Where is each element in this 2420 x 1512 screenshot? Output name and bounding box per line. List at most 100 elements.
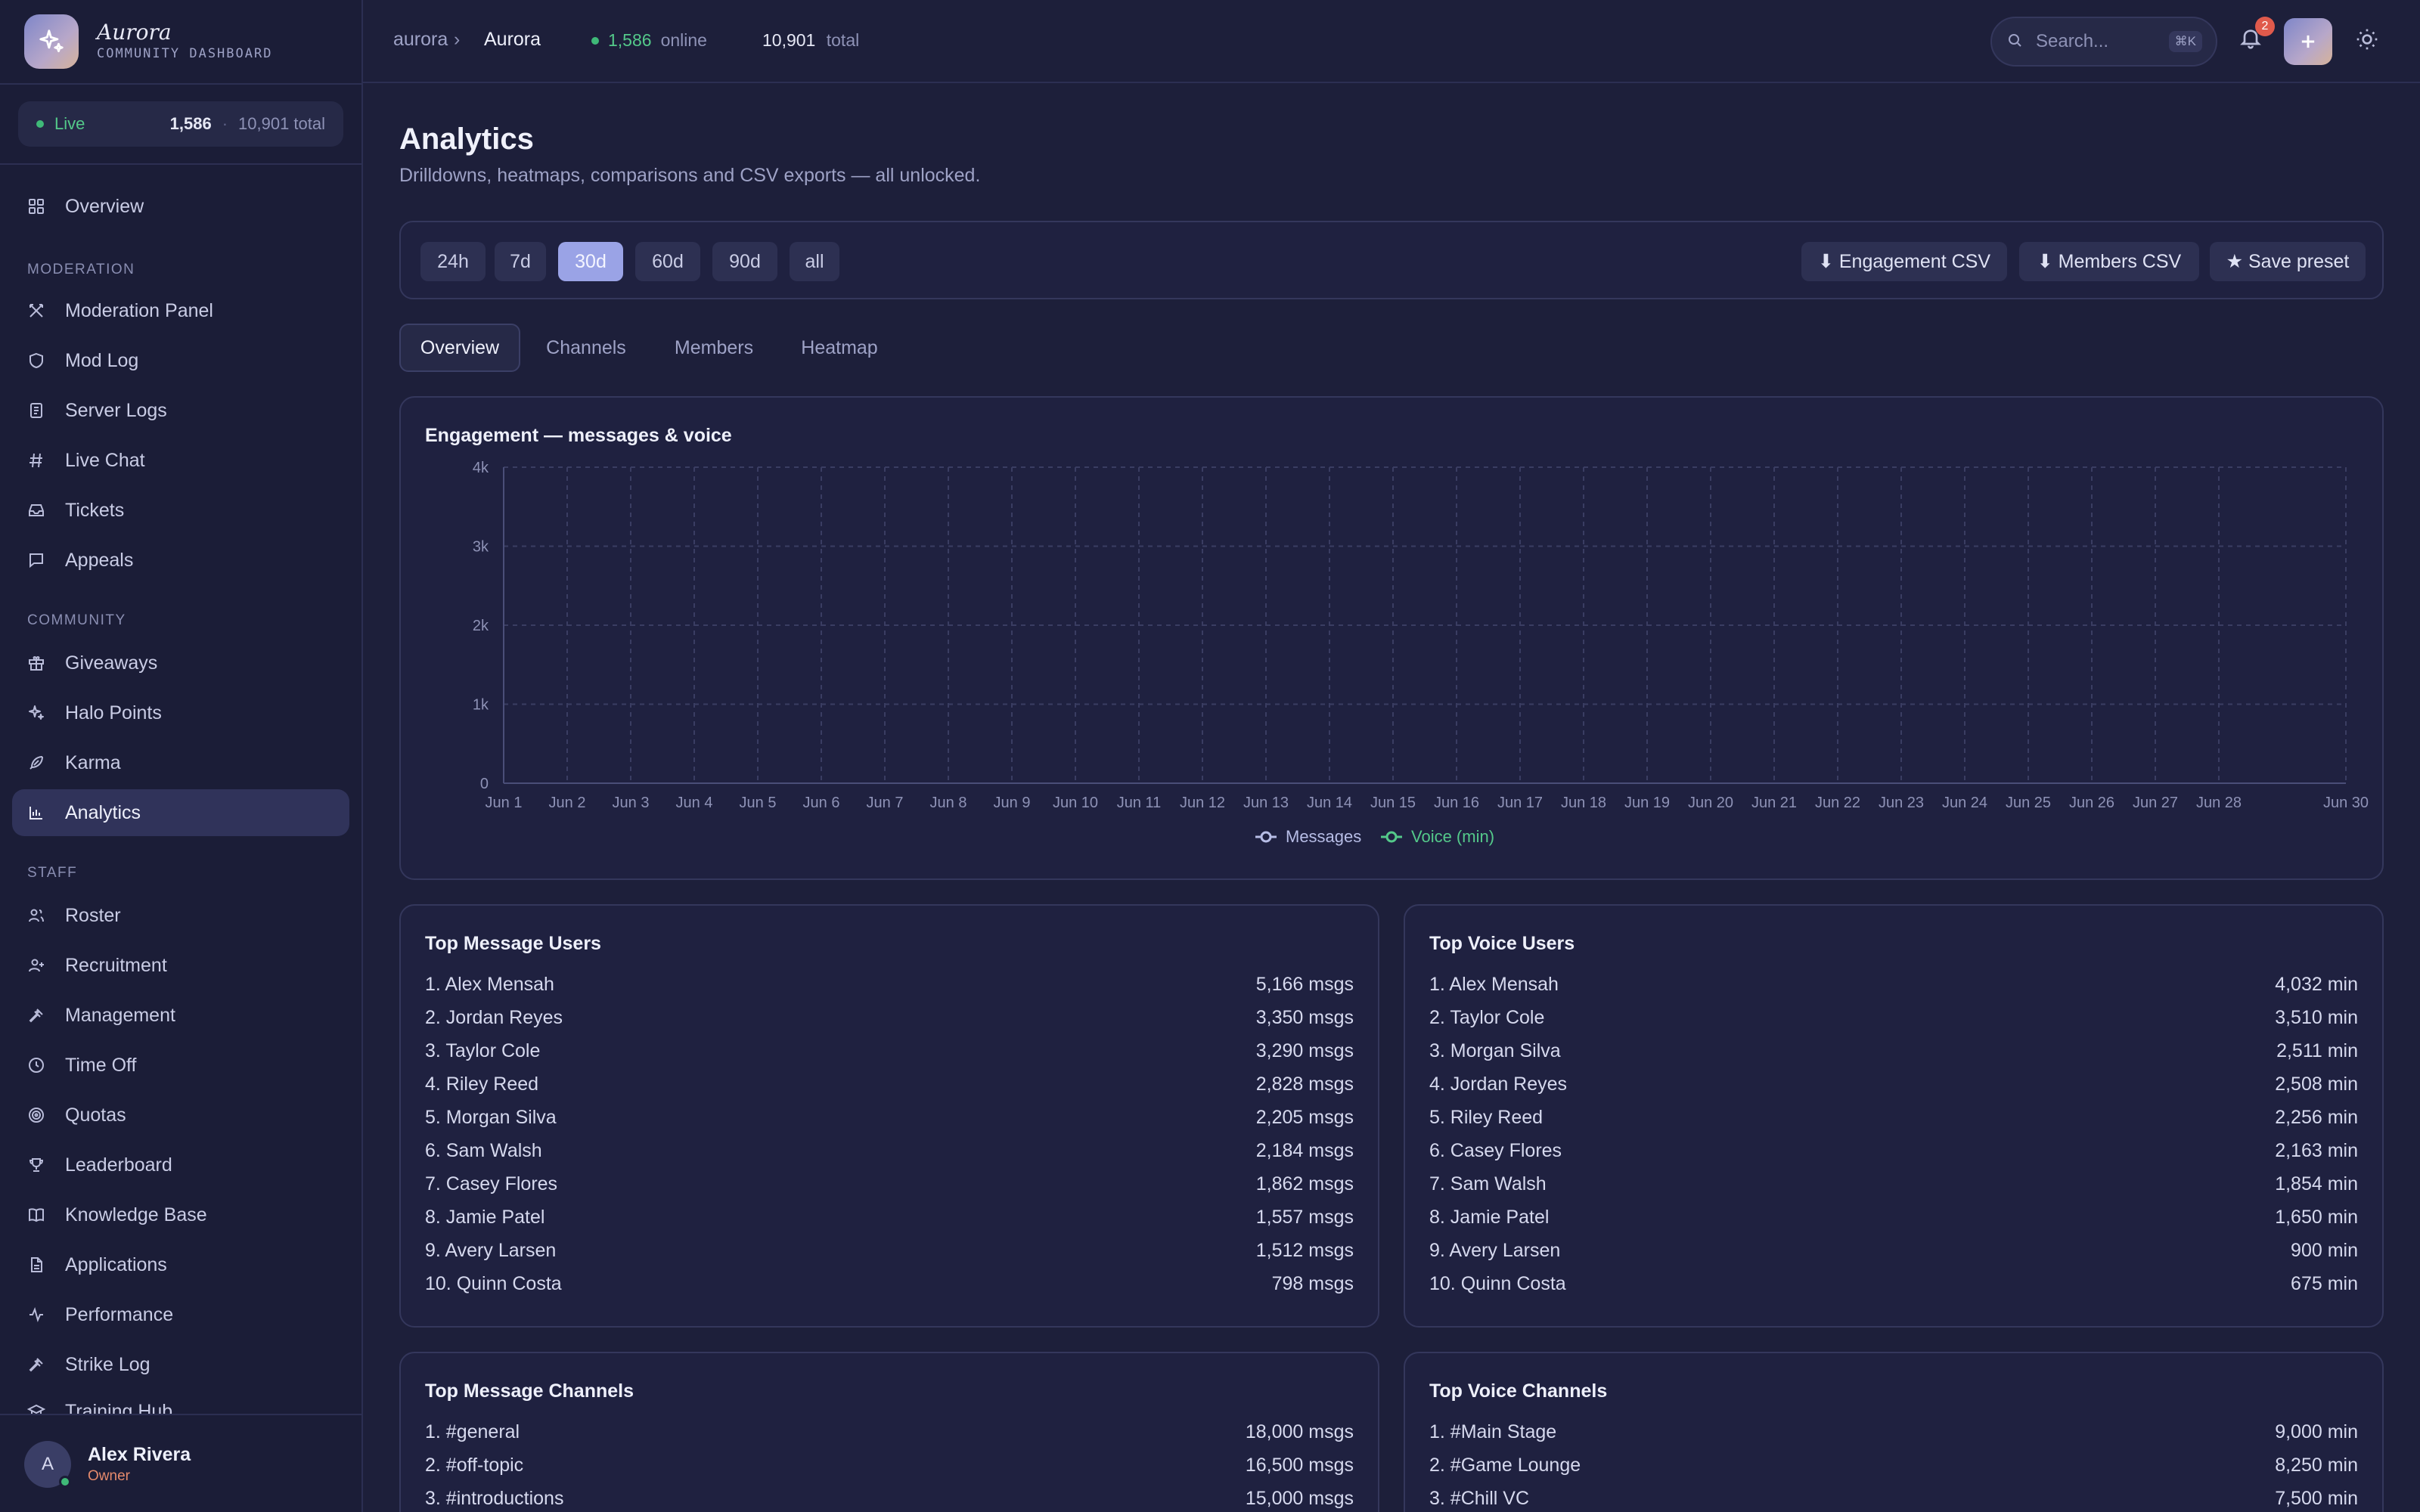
sidebar-item-recruitment[interactable]: Recruitment xyxy=(12,942,349,989)
x-tick-label: Jun 11 xyxy=(1117,795,1162,811)
sidebar-item-live-chat[interactable]: Live Chat xyxy=(12,437,349,484)
tab-members[interactable]: Members xyxy=(655,324,773,372)
sidebar-item-analytics[interactable]: Analytics xyxy=(12,789,349,836)
list-item-value: 675 min xyxy=(2291,1272,2358,1294)
members-csv-button[interactable]: ⬇ Members CSV xyxy=(2019,242,2199,281)
sparkles-icon xyxy=(27,704,45,722)
tab-heatmap[interactable]: Heatmap xyxy=(786,324,892,372)
x-tick-label: Jun 10 xyxy=(1053,795,1098,811)
grid-icon xyxy=(27,197,45,215)
sidebar-item-quotas[interactable]: Quotas xyxy=(12,1092,349,1139)
user-card[interactable]: A Alex Rivera Owner xyxy=(0,1414,361,1512)
sidebar-item-halo-points[interactable]: Halo Points xyxy=(12,689,349,736)
list-item: 4. Jordan Reyes 2,508 min xyxy=(1429,1069,2358,1099)
list-item-value: 2,205 msgs xyxy=(1255,1106,1354,1128)
range-60d-button[interactable]: 60d xyxy=(635,242,700,281)
brand-name: Aurora xyxy=(97,20,172,45)
sidebar-item-tickets[interactable]: Tickets xyxy=(12,487,349,534)
search-input[interactable]: Search... ⌘K xyxy=(1990,17,2217,67)
list-item-name: 9. Avery Larsen xyxy=(1429,1239,1561,1261)
y-tick-label: 1k xyxy=(473,697,489,714)
list-item-name: 8. Jamie Patel xyxy=(1429,1206,1550,1228)
sidebar-item-giveaways[interactable]: Giveaways xyxy=(12,640,349,686)
brand[interactable]: Aurora COMMUNITY DASHBOARD xyxy=(24,14,272,70)
scroll-icon xyxy=(27,401,45,420)
create-button[interactable] xyxy=(2284,18,2332,65)
sidebar-item-applications[interactable]: Applications xyxy=(12,1241,349,1288)
sidebar-item-label: Roster xyxy=(65,904,121,926)
list-item-name: 3. #Chill VC xyxy=(1429,1487,1529,1509)
engagement-csv-button[interactable]: ⬇ Engagement CSV xyxy=(1801,242,2007,281)
list-item-value: 16,500 msgs xyxy=(1245,1454,1354,1476)
x-tick-label: Jun 4 xyxy=(676,795,713,811)
top-voice-users-card: Top Voice Users 1. Alex Mensah 4,032 min … xyxy=(1404,904,2384,1328)
sidebar-item-label: Management xyxy=(65,1004,175,1026)
list-item-name: 1. Alex Mensah xyxy=(425,973,554,995)
online-status: 1,586 online xyxy=(591,30,707,51)
sidebar-item-label: Time Off xyxy=(65,1054,137,1076)
list-item-name: 7. Sam Walsh xyxy=(1429,1173,1547,1194)
range-90d-button[interactable]: 90d xyxy=(712,242,777,281)
sidebar-item-karma[interactable]: Karma xyxy=(12,739,349,786)
sidebar-item-knowledge-base[interactable]: Knowledge Base xyxy=(12,1191,349,1238)
brand-subtitle: COMMUNITY DASHBOARD xyxy=(97,46,273,61)
sidebar-item-server-logs[interactable]: Server Logs xyxy=(12,387,349,434)
sidebar-item-label: Karma xyxy=(65,751,121,773)
sidebar-item-performance[interactable]: Performance xyxy=(12,1291,349,1338)
sidebar-item-label: Quotas xyxy=(65,1104,126,1126)
sidebar-item-appeals[interactable]: Appeals xyxy=(12,537,349,584)
list-item-name: 2. Jordan Reyes xyxy=(425,1006,563,1028)
range-7d-button[interactable]: 7d xyxy=(495,242,546,281)
x-tick-label: Jun 19 xyxy=(1624,795,1670,811)
list-item-name: 3. Taylor Cole xyxy=(425,1040,541,1061)
list-item-value: 2,163 min xyxy=(2275,1139,2358,1161)
sidebar-item-mod-log[interactable]: Mod Log xyxy=(12,337,349,384)
list-item-name: 10. Quinn Costa xyxy=(1429,1272,1566,1294)
range-all-button[interactable]: all xyxy=(790,242,839,281)
search-placeholder: Search... xyxy=(2036,31,2109,51)
x-tick-label: Jun 17 xyxy=(1497,795,1543,811)
sidebar-item-management[interactable]: Management xyxy=(12,992,349,1039)
sidebar-item-label: Server Logs xyxy=(65,399,167,421)
list-item-name: 5. Riley Reed xyxy=(1429,1106,1544,1128)
total-count: 10,901 xyxy=(762,30,816,50)
list-item-value: 9,000 min xyxy=(2275,1421,2358,1442)
x-tick-label: Jun 15 xyxy=(1370,795,1416,811)
sidebar-item-strike-log[interactable]: Strike Log xyxy=(12,1341,349,1388)
list-item-value: 2,508 min xyxy=(2275,1073,2358,1095)
list-item-name: 9. Avery Larsen xyxy=(425,1239,557,1261)
breadcrumb-root[interactable]: aurora xyxy=(393,29,448,51)
activity-icon xyxy=(27,1306,45,1324)
list-item-value: 1,557 msgs xyxy=(1255,1206,1354,1228)
range-30d-button[interactable]: 30d xyxy=(558,242,623,281)
sidebar-item-leaderboard[interactable]: Leaderboard xyxy=(12,1142,349,1188)
save-preset-button[interactable]: ★ Save preset xyxy=(2210,242,2366,281)
list-item: 3. Taylor Cole 3,290 msgs xyxy=(425,1036,1354,1066)
sun-icon[interactable] xyxy=(2355,27,2382,54)
legend-label: Messages xyxy=(1286,827,1361,846)
list-item-value: 1,854 min xyxy=(2275,1173,2358,1194)
total-label: total xyxy=(826,30,860,50)
section-moderation: MODERATION xyxy=(27,262,135,277)
chat-bubble-icon xyxy=(27,551,45,569)
list-item-name: 1. #general xyxy=(425,1421,520,1442)
card-title: Top Message Channels xyxy=(425,1380,634,1402)
tab-channels[interactable]: Channels xyxy=(534,324,638,372)
x-tick-label: Jun 1 xyxy=(486,795,523,811)
card-title: Top Voice Channels xyxy=(1429,1380,1608,1402)
x-tick-label: Jun 5 xyxy=(740,795,777,811)
live-count: 1,586 xyxy=(169,114,212,133)
engagement-chart: 0 1k 2k 3k 4k Jun 1 Jun 2 Jun 3 Jun 4 Jun 5 Jun 6 J… xyxy=(473,460,2369,846)
list-item-name: 6. Casey Flores xyxy=(1429,1139,1562,1161)
range-24h-button[interactable]: 24h xyxy=(420,242,486,281)
sidebar-item-label: Appeals xyxy=(65,549,134,571)
gavel-icon xyxy=(27,1006,45,1024)
list-item-value: 8,250 min xyxy=(2275,1454,2358,1476)
x-tick-label: Jun 23 xyxy=(1879,795,1924,811)
sidebar-item-moderation-panel[interactable]: Moderation Panel xyxy=(12,287,349,334)
sidebar-item-roster[interactable]: Roster xyxy=(12,892,349,939)
tab-overview[interactable]: Overview xyxy=(399,324,520,372)
sidebar-item-overview[interactable]: Overview xyxy=(12,183,349,230)
sidebar-item-time-off[interactable]: Time Off xyxy=(12,1042,349,1089)
x-tick-label: Jun 16 xyxy=(1434,795,1479,811)
